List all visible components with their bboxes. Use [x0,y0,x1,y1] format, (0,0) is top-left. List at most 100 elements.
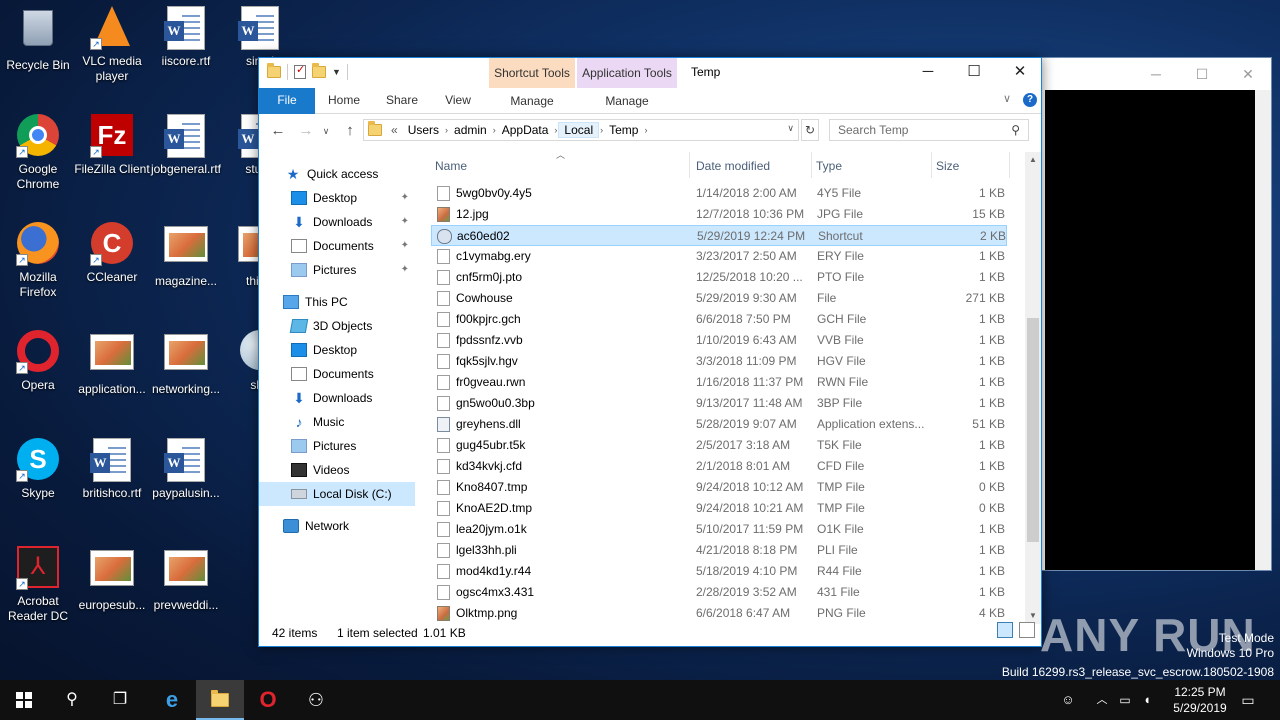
tab-view[interactable]: View [435,88,481,114]
details-view-icon[interactable] [997,622,1013,638]
minimize-icon[interactable]: ─ [1133,58,1179,90]
opera-icon[interactable]: O [244,680,292,720]
expand-ribbon-icon[interactable]: ∨ [1003,92,1011,105]
table-row[interactable]: lgel33hh.pli 4/21/2018 8:18 PM PLI File 1 K… [431,540,1007,561]
table-row[interactable]: 12.jpg 12/7/2018 10:36 PM JPG File 15 KB [431,204,1007,225]
pin-icon[interactable]: ✦ [401,186,409,210]
desktop-icon-vlc-media-player[interactable]: ↗ VLC media player [74,6,150,84]
table-row[interactable]: c1vymabg.ery 3/23/2017 2:50 AM ERY File 1 K… [431,246,1007,267]
desktop-icon-filezilla-client[interactable]: Fz ↗ FileZilla Client [74,114,150,177]
table-row[interactable]: fqk5sjlv.hgv 3/3/2018 11:09 PM HGV File 1 K… [431,351,1007,372]
system-clock[interactable]: 12:25 PM 5/29/2019 [1160,684,1240,716]
nav-3d-objects[interactable]: 3D Objects [259,314,415,338]
search-icon[interactable]: ⚲ [48,680,96,720]
pin-icon[interactable]: ✦ [401,258,409,282]
nav-pc-pictures[interactable]: Pictures [259,434,415,458]
recent-locations-chevron-icon[interactable]: ∨ [315,120,337,142]
tray-overflow-chevron-icon[interactable]: ︿ [1094,680,1110,720]
nav-pc-documents[interactable]: Documents [259,362,415,386]
maximize-icon[interactable]: ☐ [1179,58,1225,90]
table-row[interactable]: kd34kvkj.cfd 2/1/2018 8:01 AM CFD File 1 KB [431,456,1007,477]
people-icon[interactable]: ☺ [1058,680,1078,720]
network-tool-icon[interactable]: ⚇ [292,680,340,720]
pin-icon[interactable]: ✦ [401,210,409,234]
large-icons-view-icon[interactable] [1019,622,1035,638]
table-row[interactable]: lea20jym.o1k 5/10/2017 11:59 PM O1K File 1 … [431,519,1007,540]
console-output-area[interactable] [1045,90,1255,570]
desktop-icon-ccleaner[interactable]: C ↗ CCleaner [74,222,150,285]
explorer-titlebar[interactable]: ▼ Shortcut Tools Manage Application Tool… [259,58,1043,108]
up-arrow-icon[interactable]: ↑ [339,120,361,142]
nav-pc-downloads[interactable]: ⬇ Downloads [259,386,415,410]
breadcrumb-users[interactable]: Users [403,123,444,137]
breadcrumb-local[interactable]: Local [558,122,600,138]
forward-arrow-icon[interactable]: → [295,120,317,142]
minimize-button[interactable]: ─ [905,58,951,88]
table-row[interactable]: mod4kd1y.r44 5/18/2019 4:10 PM R44 File 1 K… [431,561,1007,582]
file-explorer-taskbar-icon[interactable] [196,680,244,720]
column-date-modified[interactable]: Date modified [692,152,812,178]
customize-toolbar-chevron-icon[interactable]: ▼ [332,67,341,77]
table-row[interactable]: Kno8407.tmp 9/24/2018 10:12 AM TMP File 0 K… [431,477,1007,498]
column-type[interactable]: Type [812,152,932,178]
desktop-icon-skype[interactable]: S ↗ Skype [0,438,76,501]
table-row[interactable]: fpdssnfz.vvb 1/10/2019 6:43 AM VVB File 1 K… [431,330,1007,351]
help-icon[interactable]: ? [1023,93,1037,107]
desktop-icon-acrobat-reader-dc[interactable]: ⅄ ↗ Acrobat Reader DC [0,546,76,624]
table-row[interactable]: Cowhouse 5/29/2019 9:30 AM File 271 KB [431,288,1007,309]
breadcrumb-admin[interactable]: admin [449,123,492,137]
maximize-button[interactable]: ☐ [951,58,997,88]
file-list[interactable]: ︿ Name Date modified Type Size 5wg0bv0y.… [431,152,1031,622]
desktop-icon-magazine[interactable]: magazine... [148,222,224,289]
close-icon[interactable]: ✕ [1225,58,1271,90]
breadcrumb-separator-icon[interactable]: › [643,125,648,135]
table-row[interactable]: gug45ubr.t5k 2/5/2017 3:18 AM T5K File 1 KB [431,435,1007,456]
action-center-icon[interactable]: ▭ [1236,680,1260,720]
pin-icon[interactable]: ✦ [401,234,409,258]
background-window-titlebar[interactable]: ─ ☐ ✕ [1041,58,1271,90]
table-row[interactable]: cnf5rm0j.pto 12/25/2018 10:20 ... PTO File… [431,267,1007,288]
desktop-icon-google-chrome[interactable]: ↗ Google Chrome [0,114,76,192]
nav-pc-desktop[interactable]: Desktop [259,338,415,362]
console-scrollbar[interactable] [1255,90,1271,570]
search-input[interactable]: Search Temp ⚲ [829,119,1029,141]
scroll-up-icon[interactable]: ▲ [1025,152,1041,168]
breadcrumb-overflow[interactable]: « [386,123,403,137]
network-status-icon[interactable]: ▭ [1116,680,1134,720]
desktop-icon-europesub[interactable]: europesub... [74,546,150,613]
breadcrumb-appdata[interactable]: AppData [497,123,554,137]
file-explorer-window[interactable]: ▼ Shortcut Tools Manage Application Tool… [258,57,1042,647]
breadcrumb-temp[interactable]: Temp [604,123,643,137]
table-row[interactable]: fr0gveau.rwn 1/16/2018 11:37 PM RWN File 1 … [431,372,1007,393]
table-row[interactable]: 5wg0bv0y.4y5 1/14/2018 2:00 AM 4Y5 File 1 K… [431,183,1007,204]
column-name[interactable]: Name [431,152,690,178]
background-console-window[interactable]: ─ ☐ ✕ [1040,57,1272,571]
nav-quick-downloads[interactable]: ⬇ Downloads ✦ [259,210,415,234]
address-dropdown-icon[interactable]: ∨ [787,123,794,134]
nav-network[interactable]: Network [259,514,415,538]
nav-quick-documents[interactable]: Documents ✦ [259,234,415,258]
scrollbar-thumb[interactable] [1027,318,1039,542]
desktop-icon-networking[interactable]: networking... [148,330,224,397]
table-row[interactable]: f00kpjrc.gch 6/6/2018 7:50 PM GCH File 1 KB [431,309,1007,330]
table-row[interactable]: greyhens.dll 5/28/2019 9:07 AM Application… [431,414,1007,435]
tab-home[interactable]: Home [321,88,367,114]
nav-quick-desktop[interactable]: Desktop ✦ [259,186,415,210]
tab-share[interactable]: Share [379,88,425,114]
task-view-icon[interactable]: ❐ [96,680,144,720]
desktop-icon-recycle-bin[interactable]: Recycle Bin [0,6,76,73]
table-row[interactable]: ac60ed02 5/29/2019 12:24 PM Shortcut 2 KB [431,225,1007,246]
desktop-icon-jobgeneral-rtf[interactable]: Wjobgeneral.rtf [148,114,224,177]
edge-icon[interactable]: e [148,680,196,720]
desktop-icon-application[interactable]: application... [74,330,150,397]
table-row[interactable]: KnoAE2D.tmp 9/24/2018 10:21 AM TMP File 0 K… [431,498,1007,519]
desktop-icon-prevweddi[interactable]: prevweddi... [148,546,224,613]
nav-pc-music[interactable]: ♪ Music [259,410,415,434]
address-bar[interactable]: « Users › admin › AppData › Local › Temp… [363,119,799,141]
desktop-icon-britishco-rtf[interactable]: Wbritishco.rtf [74,438,150,501]
desktop-icon-opera[interactable]: ↗ Opera [0,330,76,393]
close-button[interactable]: ✕ [997,58,1043,88]
nav-local-disk[interactable]: Local Disk (C:) [259,482,415,506]
desktop-icon-paypalusin[interactable]: Wpaypalusin... [148,438,224,501]
new-folder-icon[interactable] [312,63,326,78]
